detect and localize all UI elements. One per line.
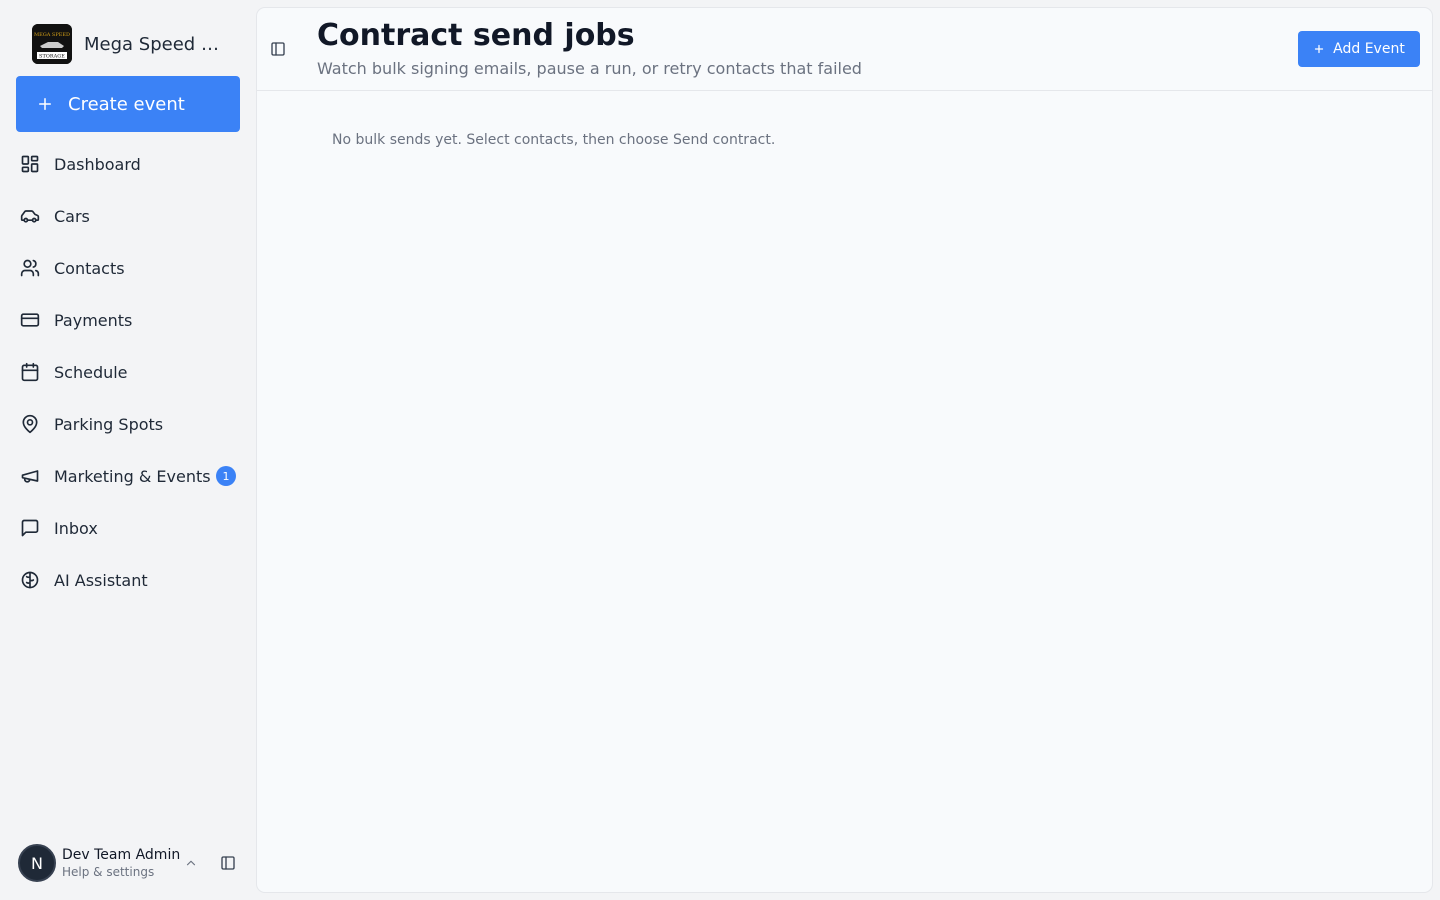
sidebar-item-label: Marketing & Events (54, 466, 211, 486)
sidebar-item-cars[interactable]: Cars (16, 190, 240, 242)
panel-left-icon[interactable] (220, 855, 236, 871)
plus-icon (39, 98, 51, 110)
user-menu[interactable]: N Dev Team Admin Help & settings (18, 842, 240, 884)
users-icon (20, 259, 40, 277)
sidebar-item-label: Dashboard (54, 154, 141, 174)
user-subtitle: Help & settings (62, 865, 155, 879)
brand-name: Mega Speed St... (84, 33, 226, 55)
sidebar-item-schedule[interactable]: Schedule (16, 346, 240, 398)
sidebar-item-marketing-events[interactable]: Marketing & Events 1 (16, 450, 240, 502)
page-subtitle: Watch bulk signing emails, pause a run, … (317, 59, 862, 78)
car-icon (20, 210, 40, 223)
sidebar: MEGA SPEED STORAGE Mega Speed St... Crea… (0, 0, 256, 900)
sidebar-item-parking-spots[interactable]: Parking Spots (16, 398, 240, 450)
map-pin-icon (22, 414, 38, 434)
sidebar-item-dashboard[interactable]: Dashboard (16, 138, 240, 190)
create-event-button[interactable]: Create event (16, 76, 240, 132)
plus-icon (1315, 44, 1324, 54)
main-panel: Contract send jobs Watch bulk signing em… (257, 8, 1432, 892)
chevron-up-icon[interactable] (184, 856, 198, 870)
sidebar-item-label: Cars (54, 206, 90, 226)
brain-icon (21, 571, 39, 589)
brand[interactable]: MEGA SPEED STORAGE Mega Speed St... (32, 24, 226, 64)
sidebar-item-ai-assistant[interactable]: AI Assistant (16, 554, 240, 606)
message-square-icon (21, 519, 39, 537)
user-info: Dev Team Admin Help & settings (62, 847, 180, 879)
sidebar-item-label: Contacts (54, 258, 125, 278)
sidebar-item-label: Payments (54, 310, 133, 330)
dashboard-icon (21, 155, 39, 173)
sidebar-toggle-icon[interactable] (270, 41, 286, 57)
sidebar-nav: Dashboard Cars Contacts Payments Schedul… (16, 138, 240, 606)
empty-state-message: No bulk sends yet. Select contacts, then… (332, 132, 776, 148)
add-event-label: Add Event (1333, 41, 1405, 57)
svg-text:MEGA SPEED: MEGA SPEED (34, 32, 70, 38)
sidebar-item-label: Schedule (54, 362, 128, 382)
page-title: Contract send jobs (317, 18, 635, 53)
megaphone-icon (21, 470, 39, 483)
sidebar-item-label: AI Assistant (54, 570, 148, 590)
sidebar-item-payments[interactable]: Payments (16, 294, 240, 346)
brand-logo: MEGA SPEED STORAGE (32, 24, 72, 64)
add-event-button[interactable]: Add Event (1298, 31, 1420, 67)
calendar-icon (21, 362, 39, 382)
app-root: MEGA SPEED STORAGE Mega Speed St... Crea… (0, 0, 1440, 900)
sidebar-item-label: Inbox (54, 518, 98, 538)
sidebar-item-inbox[interactable]: Inbox (16, 502, 240, 554)
sidebar-item-label: Parking Spots (54, 414, 164, 434)
credit-card-icon (20, 313, 40, 327)
svg-text:STORAGE: STORAGE (39, 54, 65, 60)
page-header: Contract send jobs Watch bulk signing em… (257, 8, 1432, 91)
user-name: Dev Team Admin (62, 847, 181, 863)
create-event-label: Create event (68, 93, 185, 115)
notification-badge: 1 (216, 466, 236, 486)
sidebar-item-contacts[interactable]: Contacts (16, 242, 240, 294)
avatar: N (18, 844, 56, 882)
